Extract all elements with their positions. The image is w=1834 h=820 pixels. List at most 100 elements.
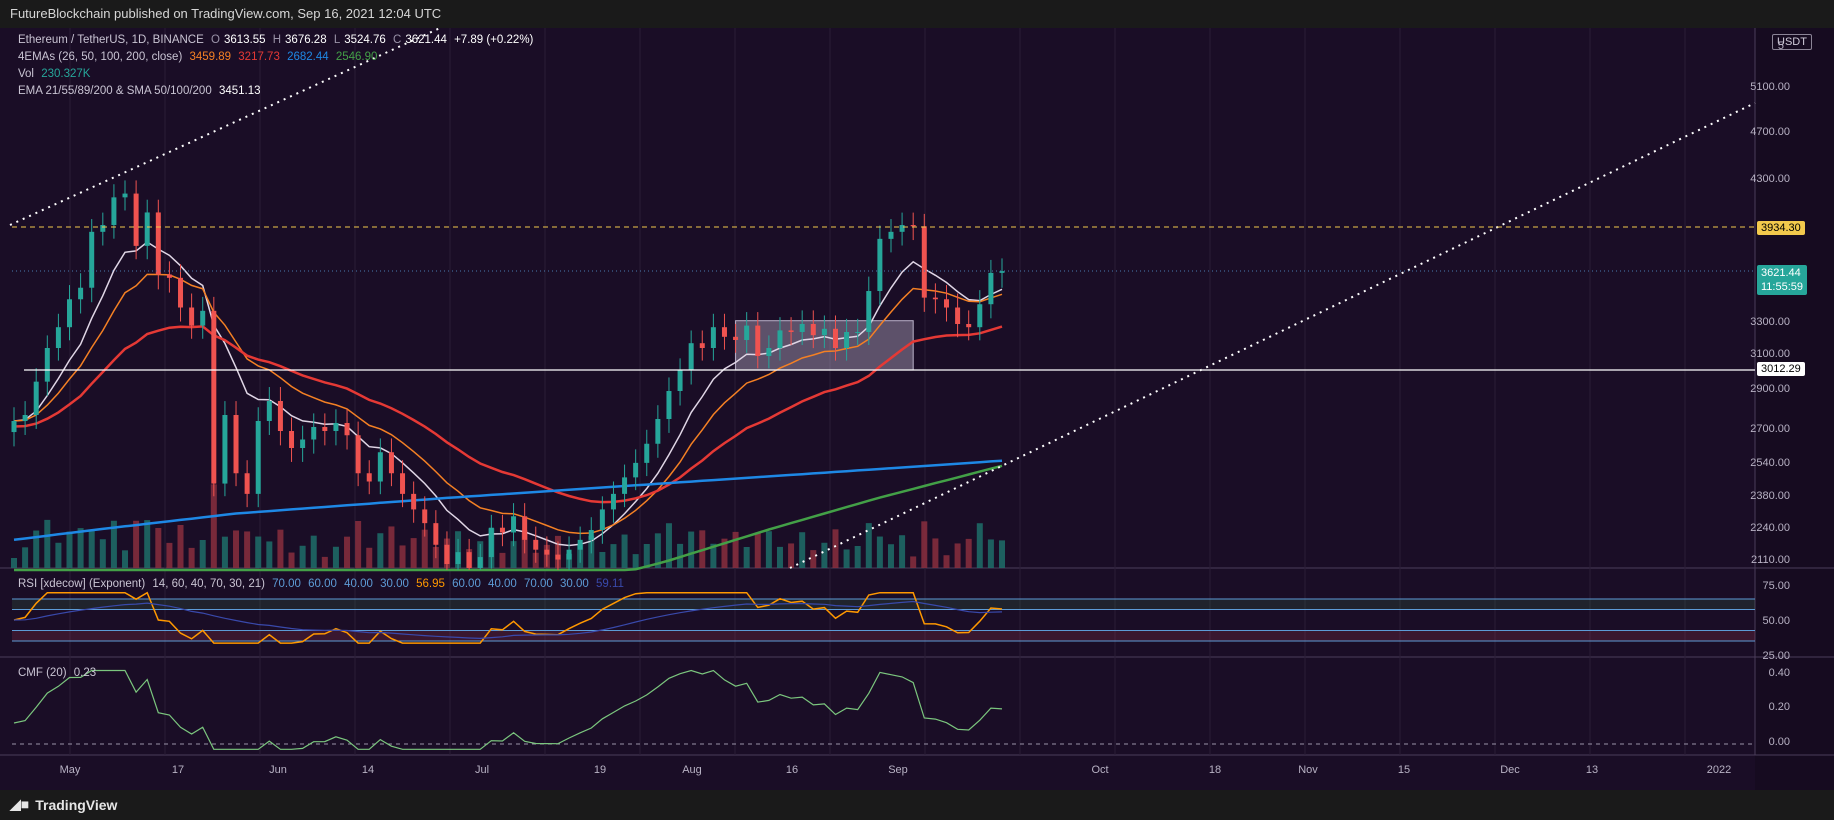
candle	[311, 427, 317, 440]
current-price-tag: 3621.44 11:55:59	[1757, 265, 1808, 295]
candle	[522, 516, 528, 540]
candle	[577, 539, 583, 550]
volume-bar	[643, 544, 650, 568]
candle	[55, 327, 61, 348]
chart[interactable]	[0, 28, 1834, 790]
ma-legend: EMA 21/55/89/200 & SMA 50/100/200 3451.1…	[18, 85, 265, 97]
candle	[699, 343, 705, 348]
volume-bar	[754, 532, 761, 568]
footer: ◢■ TradingView	[0, 790, 1834, 820]
volume-bar	[732, 531, 739, 568]
candle	[11, 421, 17, 433]
price-label: 3100.00	[1750, 348, 1790, 360]
candle	[943, 299, 949, 308]
volume-bar	[344, 536, 351, 568]
volume-bar	[965, 538, 972, 568]
rsi-value-7: 70.00	[524, 578, 553, 590]
candle	[200, 310, 206, 326]
time-label: 17	[171, 764, 185, 776]
change-value: +7.89 (+0.22%)	[454, 34, 534, 46]
time-label: Sep	[888, 764, 908, 776]
volume-bar	[976, 523, 983, 568]
candle	[988, 272, 994, 305]
volume-bar	[188, 547, 195, 568]
rsi-axis-label: 50.00	[1762, 615, 1790, 627]
candle	[355, 435, 361, 474]
candle	[921, 226, 927, 298]
volume-bar	[310, 535, 317, 568]
rsi-value-5: 60.00	[452, 578, 481, 590]
volume-bar	[632, 554, 639, 568]
volume-bar	[255, 536, 262, 568]
candle	[111, 197, 117, 226]
volume-bar	[77, 528, 84, 568]
rsi-legend: RSI [xdecow] (Exponent) 14, 60, 40, 70, …	[18, 578, 628, 590]
volume-bar	[832, 529, 839, 568]
candle	[821, 328, 827, 336]
time-label: 18	[1208, 764, 1222, 776]
close-label: C	[393, 34, 402, 46]
candle	[766, 348, 772, 356]
volume-bar	[899, 535, 906, 568]
current-price: 3621.44	[1761, 267, 1801, 279]
candle	[422, 509, 428, 524]
volume-bar	[932, 538, 939, 568]
price-label: 2700.00	[1750, 423, 1790, 435]
volume-bar	[266, 541, 273, 568]
candle	[511, 516, 517, 533]
volume-bar	[133, 520, 140, 568]
candle	[277, 401, 283, 431]
candle	[721, 327, 727, 337]
candle	[155, 212, 161, 275]
rsi-lower-band	[12, 630, 1755, 641]
candle	[888, 231, 894, 239]
volume-bar	[155, 528, 162, 568]
volume-bar	[876, 536, 883, 568]
candle	[466, 552, 472, 568]
candle	[366, 473, 372, 482]
candle	[488, 527, 494, 558]
ma-value: 3451.13	[218, 85, 261, 97]
main-legend: Ethereum / TetherUS, 1D, BINANCE O 3613.5…	[18, 34, 537, 46]
cmf-label: CMF (20)	[18, 667, 67, 679]
symbol-label: Ethereum / TetherUS, 1D, BINANCE	[18, 34, 204, 46]
candle	[810, 324, 816, 336]
open-value: 3613.55	[223, 34, 266, 46]
high-label: H	[272, 34, 282, 46]
volume-bar	[610, 544, 617, 568]
volume-bar	[910, 556, 917, 568]
rsi-value-9: 59.11	[596, 578, 624, 590]
volume-bar	[221, 536, 228, 568]
candle	[499, 527, 505, 533]
volume-bar	[244, 531, 251, 568]
candle	[855, 332, 861, 333]
candle	[377, 452, 383, 482]
candle	[955, 307, 961, 324]
candle	[411, 493, 417, 510]
rsi-value-4: 56.95	[416, 578, 445, 590]
volume-bar	[88, 529, 95, 568]
candle	[677, 370, 683, 391]
candle	[444, 544, 450, 564]
candle	[844, 332, 850, 348]
candle	[244, 473, 250, 494]
time-label: Jun	[269, 764, 287, 776]
candle	[122, 193, 128, 198]
candle	[866, 291, 872, 332]
candle	[755, 325, 761, 356]
candle	[555, 554, 561, 560]
candle-countdown: 11:55:59	[1761, 281, 1804, 293]
candle	[744, 325, 750, 340]
volume-bar	[765, 531, 772, 568]
price-label: 2110.00	[1751, 554, 1790, 566]
vol-label: Vol	[18, 68, 34, 80]
candle	[966, 324, 972, 328]
candle	[477, 557, 483, 568]
volume-bar	[66, 531, 73, 568]
rsi-value-2: 40.00	[344, 578, 373, 590]
volume-bar	[410, 538, 417, 568]
volume-bar	[388, 526, 395, 568]
candle	[544, 549, 550, 555]
tradingview-brand[interactable]: ◢■ TradingView	[10, 796, 117, 813]
candle	[144, 212, 150, 246]
